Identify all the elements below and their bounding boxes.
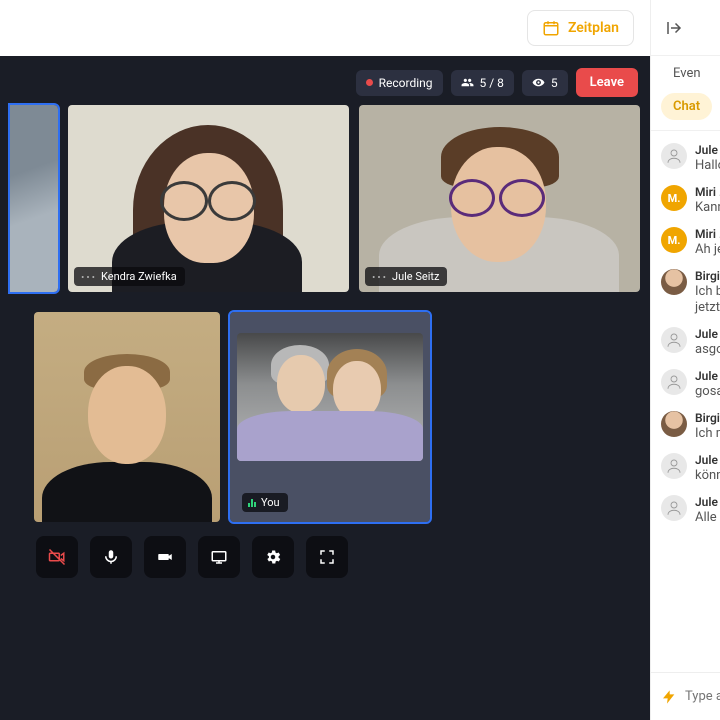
video-tile-you[interactable]: You	[230, 312, 430, 522]
chat-message: Birgit IndIch muss	[651, 405, 720, 447]
chat-message: M. Miri . · 16Ah jetzt	[651, 221, 720, 263]
chat-author: Jule Seit	[695, 495, 720, 509]
chat-body: Ich bin je	[695, 284, 720, 299]
chat-author: Jule Seit	[695, 327, 720, 341]
stage-status-row: Recording 5 / 8 5 Leave	[8, 64, 642, 105]
controls-bar	[8, 522, 642, 584]
camera-off-icon	[48, 548, 66, 566]
video-tile-jule[interactable]: ⋯ Jule Seitz	[359, 105, 640, 292]
chat-body: Kann nix	[695, 200, 720, 215]
leave-button[interactable]: Leave	[576, 68, 638, 97]
video-icon	[156, 548, 174, 566]
chat-author: Jule Seit	[695, 453, 720, 467]
chat-body: Ich muss	[695, 426, 720, 441]
top-bar: Zeitplan	[0, 0, 650, 56]
sidebar-tabs: Chat Umfra	[651, 87, 720, 131]
chat-body: Hallo Var	[695, 158, 720, 173]
chat-composer	[651, 672, 720, 720]
tab-chat[interactable]: Chat	[661, 93, 712, 120]
avatar: M.	[661, 227, 687, 253]
avatar	[661, 369, 687, 395]
avatar	[661, 143, 687, 169]
chat-message: Jule SeitHallo Var	[651, 137, 720, 179]
chat-body: Alle auße	[695, 510, 720, 525]
recording-label: Recording	[379, 76, 433, 90]
lightning-icon[interactable]	[661, 689, 677, 705]
camera-off-button[interactable]	[36, 536, 78, 578]
avatar: M.	[661, 185, 687, 211]
sidebar-title: Even	[651, 56, 720, 87]
chat-body: asgoeidr	[695, 342, 720, 357]
schedule-label: Zeitplan	[568, 20, 619, 36]
chat-list: Jule SeitHallo VarM.Miri . · 16Kann nixM…	[651, 131, 720, 672]
mic-button[interactable]	[90, 536, 132, 578]
chat-author: Jule Seit	[695, 143, 720, 157]
video-tile-4[interactable]	[34, 312, 220, 522]
viewers-pill[interactable]: 5	[522, 70, 568, 96]
eye-icon	[532, 76, 545, 89]
participants-count: 5 / 8	[480, 76, 504, 90]
avatar	[661, 327, 687, 353]
avatar	[661, 453, 687, 479]
avatar	[661, 411, 687, 437]
fullscreen-button[interactable]	[306, 536, 348, 578]
video-stage: Recording 5 / 8 5 Leave	[0, 56, 650, 720]
screenshare-icon	[210, 548, 228, 566]
chat-author: Birgit Ind	[695, 411, 720, 425]
calendar-icon	[542, 19, 560, 37]
gear-icon	[264, 548, 282, 566]
expand-panel-icon[interactable]	[665, 19, 683, 37]
chat-author: Jule Seit	[695, 369, 720, 383]
chat-body: gosadeir	[695, 384, 720, 399]
video-grid: ⋯ Kendra Zwiefka ⋯ Jule	[8, 105, 642, 522]
video-tile-1[interactable]	[10, 105, 58, 292]
name-tag-you: You	[242, 493, 288, 512]
video-tile-kendra[interactable]: ⋯ Kendra Zwiefka	[68, 105, 349, 292]
participants-pill[interactable]: 5 / 8	[451, 70, 514, 96]
chat-message: Jule Seitkönnen v	[651, 447, 720, 489]
chat-body: Ah jetzt	[695, 242, 720, 257]
fullscreen-icon	[318, 548, 336, 566]
recording-pill: Recording	[356, 70, 443, 96]
chat-message: Jule Seitgosadeir	[651, 363, 720, 405]
chat-message: Birgit IndIch bin jejetzt geh	[651, 263, 720, 321]
chat-message: Jule Seitasgoeidr	[651, 321, 720, 363]
viewers-count: 5	[551, 76, 558, 90]
avatar	[661, 495, 687, 521]
chat-author: Miri . · 16	[695, 227, 720, 241]
name-tag-jule: ⋯ Jule Seitz	[365, 267, 447, 286]
chat-author: Miri . · 16	[695, 185, 720, 199]
chat-author: Birgit Ind	[695, 269, 720, 283]
mic-icon	[102, 548, 120, 566]
sidebar-top	[651, 0, 720, 56]
people-icon	[461, 76, 474, 89]
record-dot-icon	[366, 79, 373, 86]
screenshare-button[interactable]	[198, 536, 240, 578]
avatar	[661, 269, 687, 295]
video-button[interactable]	[144, 536, 186, 578]
chat-body: können v	[695, 468, 720, 483]
speaking-bars-icon	[248, 499, 256, 507]
name-tag-kendra: ⋯ Kendra Zwiefka	[74, 267, 185, 286]
schedule-button[interactable]: Zeitplan	[527, 10, 634, 46]
chat-message: Jule SeitAlle auße	[651, 489, 720, 531]
chat-input[interactable]	[685, 689, 720, 704]
settings-button[interactable]	[252, 536, 294, 578]
chat-message: M. Miri . · 16Kann nix	[651, 179, 720, 221]
sidebar: Even Chat Umfra Jule SeitHallo VarM.Miri…	[650, 0, 720, 720]
